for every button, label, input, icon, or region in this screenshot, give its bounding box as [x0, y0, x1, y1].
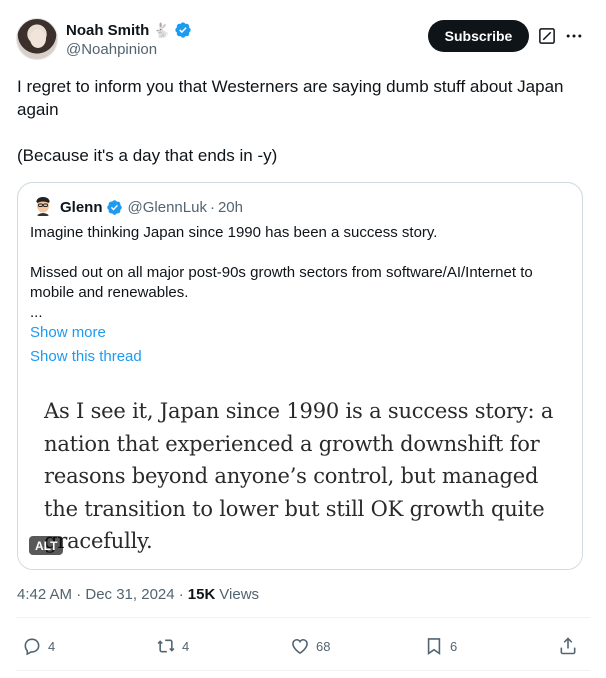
reply-icon — [24, 638, 40, 656]
show-thread-link[interactable]: Show this thread — [30, 347, 142, 367]
share-button[interactable] — [558, 636, 578, 656]
views-label: Views — [219, 586, 260, 603]
quoted-author-avatar — [32, 195, 54, 217]
quoted-timestamp[interactable]: 20h — [218, 199, 243, 216]
reply-count: 4 — [48, 638, 56, 654]
quoted-author-name[interactable]: Glenn — [60, 199, 103, 216]
bookmark-button[interactable]: 6 — [424, 636, 457, 656]
show-more-link[interactable]: Show more — [30, 323, 106, 343]
quoted-text-p1: Imagine thinking Japan since 1990 has be… — [30, 224, 438, 241]
like-count: 68 — [316, 638, 331, 654]
quoted-text: Imagine thinking Japan since 1990 has be… — [30, 223, 575, 323]
tweet-timestamp[interactable]: 4:42 AM · Dec 31, 2024 · — [17, 586, 184, 603]
divider — [16, 617, 590, 618]
subscribe-button[interactable]: Subscribe — [428, 20, 529, 52]
repost-count: 4 — [182, 638, 190, 654]
verified-badge-icon — [175, 22, 191, 38]
quoted-tweet[interactable]: Glenn @GlennLuk · 20h Imagine thinking J… — [17, 182, 583, 570]
tweet-meta: 4:42 AM · Dec 31, 2024 · 15K Views — [17, 586, 259, 603]
share-icon — [560, 637, 576, 655]
separator-dot: · — [209, 198, 215, 216]
quoted-image[interactable]: As I see it, Japan since 1990 is a succe… — [18, 391, 582, 569]
views-count: 15K — [187, 586, 216, 603]
quoted-text-p2: Missed out on all major post-90s growth … — [30, 264, 533, 301]
author-name-row: Noah Smith 🐇 — [66, 20, 192, 40]
tweet-text-line1: I regret to inform you that Westerners a… — [17, 77, 564, 119]
rabbit-emoji: 🐇 — [153, 22, 171, 38]
author-name[interactable]: Noah Smith — [66, 22, 149, 39]
quoted-text-ellipsis: ... — [30, 304, 43, 321]
bookmark-icon — [427, 638, 441, 656]
quoted-header: Glenn @GlennLuk · 20h — [60, 197, 243, 217]
alt-badge[interactable]: ALT — [29, 536, 64, 555]
author-handle[interactable]: @Noahpinion — [66, 41, 157, 58]
like-icon — [292, 638, 308, 655]
image-quote-text: As I see it, Japan since 1990 is a succe… — [44, 399, 554, 553]
like-button[interactable]: 68 — [290, 636, 330, 656]
reply-button[interactable]: 4 — [22, 636, 55, 656]
bottom-divider — [16, 670, 590, 671]
repost-button[interactable]: 4 — [156, 636, 189, 656]
repost-icon — [157, 639, 175, 653]
bookmark-count: 6 — [450, 638, 458, 654]
verified-badge-icon — [106, 199, 122, 215]
tweet: Noah Smith 🐇 @Noahpinion Subscribe I reg… — [0, 0, 606, 678]
author-avatar[interactable] — [16, 18, 58, 60]
grok-icon[interactable] — [538, 27, 556, 45]
tweet-text-line2: (Because it's a day that ends in -y) — [17, 146, 278, 165]
quoted-author-handle[interactable]: @GlennLuk — [128, 199, 207, 216]
tweet-text: I regret to inform you that Westerners a… — [17, 75, 592, 167]
more-icon[interactable] — [564, 26, 584, 46]
